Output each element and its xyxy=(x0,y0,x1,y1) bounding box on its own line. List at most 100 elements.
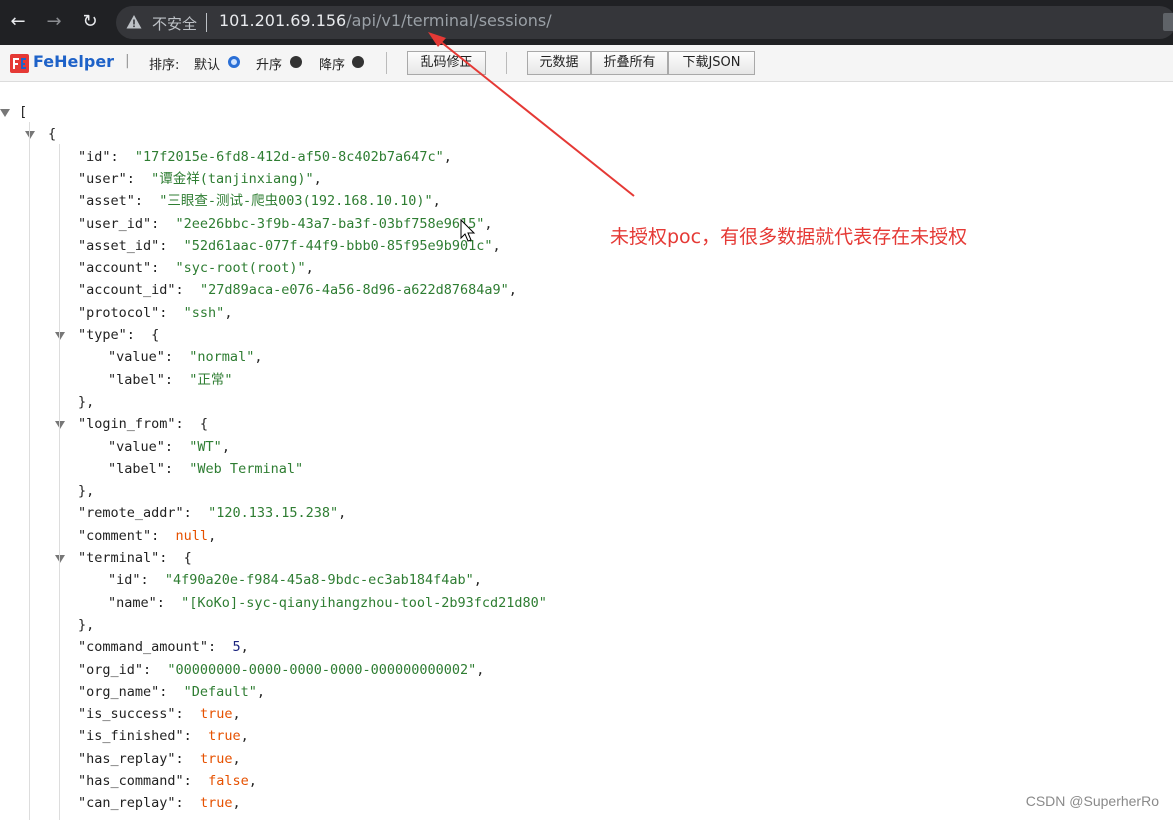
annotation-note: 未授权poc，有很多数据就代表存在未授权 xyxy=(610,226,968,248)
json-line: "remote_addr": "120.133.15.238", xyxy=(78,502,346,524)
json-array-open: [ xyxy=(19,104,28,120)
json-value: true xyxy=(199,750,233,767)
json-punctuation: : xyxy=(134,193,160,210)
json-line: "account_id": "27d89aca-e076-4a56-8d96-a… xyxy=(78,279,517,301)
back-button[interactable]: ← xyxy=(6,10,30,34)
warning-icon[interactable] xyxy=(126,14,142,30)
collapse-toggle-icon[interactable] xyxy=(55,332,65,340)
json-key: "terminal" xyxy=(78,550,160,566)
json-punctuation: : xyxy=(183,728,209,745)
json-value: "[KoKo]-syc-qianyihangzhou-tool-2b93fcd2… xyxy=(181,594,547,611)
json-value: "ssh" xyxy=(183,304,225,321)
toolbar-separator xyxy=(386,52,387,74)
json-line: "asset": "三眼查-测试-爬虫003(192.168.10.10)", xyxy=(78,190,441,212)
sort-label: 排序: xyxy=(149,58,180,73)
json-punctuation: : xyxy=(151,215,176,232)
json-line: "value": "normal", xyxy=(108,346,262,368)
sort-desc-radio[interactable] xyxy=(352,56,364,68)
reload-button[interactable]: ↻ xyxy=(78,10,102,34)
json-punctuation: , xyxy=(240,728,249,745)
sort-default-radio[interactable] xyxy=(228,56,240,68)
collapse-toggle-icon[interactable] xyxy=(55,555,65,563)
json-punctuation: : { xyxy=(175,416,209,433)
json-punctuation: , xyxy=(484,215,493,232)
sort-option-default[interactable]: 默认 xyxy=(194,54,220,73)
json-punctuation: : xyxy=(175,282,200,299)
json-value: true xyxy=(208,728,241,745)
collapse-all-button[interactable]: 折叠所有 xyxy=(591,51,668,75)
indent-guide xyxy=(59,144,60,820)
json-line: "protocol": "ssh", xyxy=(78,302,232,324)
json-key: "user" xyxy=(78,170,127,187)
json-key: "org_name" xyxy=(78,683,160,700)
json-line: "org_name": "Default", xyxy=(78,681,265,703)
sort-asc-radio[interactable] xyxy=(290,56,302,68)
json-value: false xyxy=(208,773,249,789)
collapse-toggle-icon[interactable] xyxy=(55,421,65,430)
json-value: "WT" xyxy=(189,438,222,455)
json-punctuation: , xyxy=(492,237,501,254)
fehelper-brand: FeHelper xyxy=(33,52,115,71)
sort-option-desc[interactable]: 降序 xyxy=(319,54,345,73)
fehelper-toolbar: FeHelper | 排序: 默认 升序 降序 乱码修正 元数据 折叠所有 下载… xyxy=(0,45,1173,82)
json-value: "Default" xyxy=(183,683,257,700)
json-punctuation: : { xyxy=(126,327,160,343)
json-punctuation: , xyxy=(254,349,263,366)
json-line: "user_id": "2ee26bbc-3f9b-43a7-ba3f-03bf… xyxy=(78,213,493,235)
json-key: "remote_addr" xyxy=(78,505,184,522)
json-value: "谭金祥(tanjinxiang)" xyxy=(151,170,314,187)
collapse-toggle-icon[interactable] xyxy=(25,131,35,140)
json-punctuation: , xyxy=(248,773,257,789)
address-bar[interactable]: 不安全 101.201.69.156/api/v1/terminal/sessi… xyxy=(116,6,1173,39)
forward-button[interactable]: → xyxy=(42,10,66,34)
metadata-button[interactable]: 元数据 xyxy=(527,51,591,75)
json-line: "comment": null, xyxy=(78,525,216,547)
json-punctuation: , xyxy=(473,572,482,589)
json-punctuation: : xyxy=(110,148,135,165)
json-key: "comment" xyxy=(78,527,152,544)
collapse-toggle-icon[interactable] xyxy=(0,109,10,117)
json-key: "asset_id" xyxy=(78,237,160,254)
watermark: CSDN @SuperherRo xyxy=(1025,793,1159,809)
json-punctuation: , xyxy=(232,706,241,723)
json-value: 5 xyxy=(232,639,241,656)
json-punctuation: , xyxy=(508,282,517,299)
json-key: "has_replay" xyxy=(78,750,176,767)
json-value: "Web Terminal" xyxy=(189,460,304,477)
json-key: "is_success" xyxy=(78,706,176,723)
json-key: "name" xyxy=(108,594,157,611)
json-value: null xyxy=(175,527,209,544)
download-json-button[interactable]: 下载JSON xyxy=(668,51,755,75)
json-value: "120.133.15.238" xyxy=(208,505,339,522)
json-key: "label" xyxy=(108,460,165,477)
json-key: "id" xyxy=(78,148,111,165)
json-line: "asset_id": "52d61aac-077f-44f9-bbb0-85f… xyxy=(78,235,501,257)
url-text[interactable]: 101.201.69.156/api/v1/terminal/sessions/ xyxy=(219,11,552,30)
json-line: "name": "[KoKo]-syc-qianyihangzhou-tool-… xyxy=(108,592,547,614)
json-punctuation: , xyxy=(232,750,241,767)
json-line: "org_id": "00000000-0000-0000-0000-00000… xyxy=(78,659,484,681)
json-punctuation: : xyxy=(183,505,209,522)
json-punctuation: : xyxy=(156,594,182,611)
json-punctuation: : xyxy=(175,750,200,767)
extension-icon[interactable] xyxy=(1163,13,1173,31)
json-line: "command_amount": 5, xyxy=(78,636,249,658)
json-value: "normal" xyxy=(189,349,255,366)
sort-option-asc[interactable]: 升序 xyxy=(256,54,282,73)
json-value: "2ee26bbc-3f9b-43a7-ba3f-03bf758e9615" xyxy=(175,215,485,232)
json-key: "account" xyxy=(78,260,152,277)
security-status[interactable]: 不安全 xyxy=(152,13,197,34)
toolbar-separator xyxy=(506,52,507,74)
json-key: "has_command" xyxy=(78,773,184,789)
json-punctuation: , xyxy=(256,683,265,700)
json-punctuation: , xyxy=(224,304,233,321)
json-punctuation: : xyxy=(164,460,190,477)
json-line: "id": "17f2015e-6fd8-412d-af50-8c402b7a6… xyxy=(78,146,452,168)
json-punctuation: , xyxy=(443,148,452,165)
json-value: "三眼查-测试-爬虫003(192.168.10.10)" xyxy=(159,193,433,210)
json-line: "id": "4f90a20e-f984-45a8-9bdc-ec3ab184f… xyxy=(108,569,482,591)
json-punctuation: : xyxy=(159,683,184,700)
json-punctuation: : xyxy=(126,170,152,187)
fix-encoding-button[interactable]: 乱码修正 xyxy=(407,51,486,75)
json-key: "protocol" xyxy=(78,304,160,321)
